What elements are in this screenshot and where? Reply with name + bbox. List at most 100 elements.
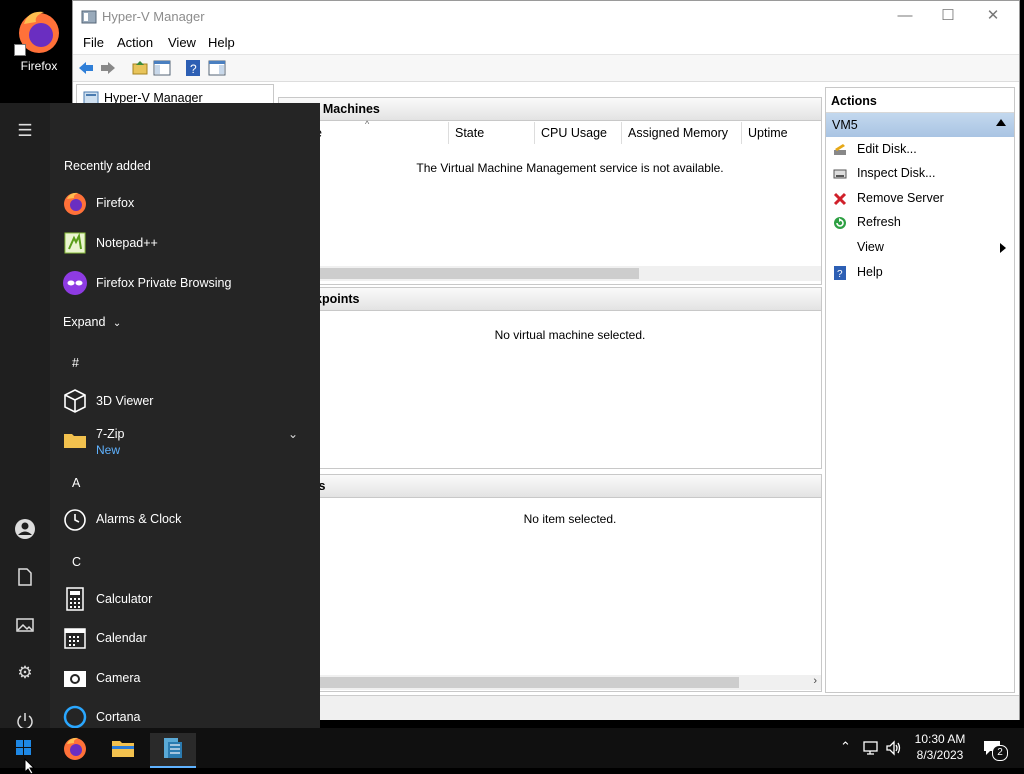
- menu-view[interactable]: View: [168, 35, 196, 50]
- pictures-icon[interactable]: [14, 614, 36, 636]
- action-inspect-disk[interactable]: Inspect Disk...: [826, 162, 1014, 186]
- column-name[interactable]: e: [309, 122, 445, 144]
- start-item-notepadpp-label: Notepad++: [96, 236, 158, 250]
- start-item-calendar[interactable]: Calendar: [62, 621, 312, 655]
- recently-added-heading: Recently added: [64, 159, 151, 173]
- action-inspect-disk-label: Inspect Disk...: [857, 166, 936, 180]
- checkpoints-header: kpoints: [279, 288, 821, 311]
- chevron-down-icon: ⌄: [112, 318, 122, 329]
- alarm-clock-icon: [64, 509, 86, 531]
- documents-icon[interactable]: [14, 566, 36, 588]
- user-account-icon[interactable]: [14, 518, 36, 540]
- details-horizontal-scrollbar[interactable]: ›: [279, 675, 821, 690]
- start-item-calendar-label: Calendar: [96, 631, 147, 645]
- desktop-firefox-shortcut[interactable]: Firefox: [8, 4, 70, 76]
- menu-help[interactable]: Help: [208, 35, 235, 50]
- vm5-section-header[interactable]: VM5: [826, 113, 1014, 137]
- shortcut-arrow-icon: [14, 44, 26, 56]
- hyperv-manager-icon: [164, 738, 182, 758]
- start-item-7zip[interactable]: 7-Zip New ⌄: [62, 423, 312, 461]
- column-assigned-memory[interactable]: Assigned Memory: [621, 122, 740, 144]
- start-item-calculator-label: Calculator: [96, 592, 153, 606]
- remove-icon: [833, 192, 847, 206]
- notepadpp-icon: [64, 232, 86, 254]
- column-cpu-usage[interactable]: CPU Usage: [534, 122, 621, 144]
- start-item-alarms-clock-label: Alarms & Clock: [96, 512, 182, 526]
- vm-horizontal-scrollbar[interactable]: [279, 266, 821, 281]
- start-item-3d-viewer-label: 3D Viewer: [96, 394, 154, 408]
- start-item-camera[interactable]: Camera: [62, 661, 312, 695]
- action-view-label: View: [857, 240, 884, 254]
- letter-header-hash[interactable]: #: [72, 356, 79, 370]
- forward-arrow-icon[interactable]: [99, 59, 117, 77]
- start-item-3d-viewer[interactable]: 3D Viewer: [62, 384, 312, 418]
- action-remove-server[interactable]: Remove Server: [826, 187, 1014, 211]
- taskbar-file-explorer[interactable]: [100, 733, 146, 768]
- column-assigned-memory-label: Assigned Memory: [628, 126, 729, 140]
- scroll-right-icon[interactable]: ›: [813, 675, 817, 687]
- start-item-calculator[interactable]: Calculator: [62, 582, 312, 616]
- action-refresh[interactable]: Refresh: [826, 211, 1014, 235]
- clock-date: 8/3/2023: [916, 748, 964, 762]
- action-remove-server-label: Remove Server: [857, 191, 944, 205]
- menu-action[interactable]: Action: [117, 35, 153, 50]
- taskbar: ⌃ 10:30 AM 8/3/2023 2: [0, 728, 1024, 774]
- back-arrow-icon[interactable]: [77, 59, 95, 77]
- action-help-label: Help: [857, 265, 883, 279]
- title-bar[interactable]: Hyper-V Manager — ☐ ✕: [73, 1, 1019, 32]
- column-state[interactable]: State: [448, 122, 535, 144]
- system-clock[interactable]: 10:30 AM 8/3/2023: [905, 731, 975, 763]
- column-cpu-usage-label: CPU Usage: [541, 126, 607, 140]
- taskbar-hyperv-manager[interactable]: [150, 733, 196, 768]
- show-hide-action-pane-icon[interactable]: [208, 59, 226, 77]
- start-item-notepadpp[interactable]: Notepad++: [62, 226, 312, 260]
- action-edit-disk-label: Edit Disk...: [857, 142, 917, 156]
- start-item-alarms-clock[interactable]: Alarms & Clock: [62, 502, 312, 536]
- firefox-private-browsing-icon: [63, 271, 87, 295]
- virtual-machines-header: al Machines: [279, 98, 821, 121]
- start-item-firefox-private[interactable]: Firefox Private Browsing: [62, 266, 312, 300]
- expand-button[interactable]: Expand ⌄: [63, 315, 121, 329]
- start-item-7zip-label: 7-Zip: [96, 427, 125, 441]
- letter-header-c[interactable]: C: [72, 555, 81, 569]
- cortana-icon: [63, 705, 87, 729]
- volume-icon[interactable]: [885, 739, 903, 757]
- window-title: Hyper-V Manager: [102, 9, 205, 24]
- new-badge: New: [96, 443, 121, 457]
- show-hidden-icons-chevron-icon[interactable]: ⌃: [840, 739, 851, 755]
- column-uptime[interactable]: Uptime: [741, 122, 822, 144]
- action-refresh-label: Refresh: [857, 215, 901, 229]
- action-help[interactable]: ? Help: [826, 261, 1014, 285]
- menu-file[interactable]: File: [83, 35, 104, 50]
- taskbar-firefox[interactable]: [52, 733, 98, 768]
- hamburger-menu-icon[interactable]: ☰: [14, 120, 36, 142]
- help-toolbar-icon[interactable]: ?: [184, 59, 202, 77]
- show-hide-console-tree-icon[interactable]: [153, 59, 171, 77]
- actions-header: Actions: [826, 88, 1014, 113]
- action-center-button[interactable]: 2: [980, 736, 1010, 761]
- scroll-thumb[interactable]: [279, 677, 739, 688]
- close-button[interactable]: ✕: [983, 7, 1003, 25]
- firefox-icon: [64, 737, 86, 760]
- checkpoints-title: kpoints: [315, 292, 360, 306]
- file-explorer-folder-icon: [112, 741, 134, 757]
- actions-pane: Actions VM5 Edit Disk... Inspect Disk...…: [825, 87, 1015, 693]
- chevron-down-icon[interactable]: ⌄: [288, 427, 298, 441]
- collapse-up-icon[interactable]: [996, 119, 1006, 126]
- windows-start-icon[interactable]: [0, 728, 46, 768]
- start-item-cortana-label: Cortana: [96, 710, 141, 724]
- up-folder-icon[interactable]: [131, 59, 149, 77]
- start-item-firefox[interactable]: Firefox: [62, 186, 312, 220]
- action-edit-disk[interactable]: Edit Disk...: [826, 138, 1014, 162]
- desktop-firefox-label: Firefox: [20, 59, 58, 73]
- letter-header-a[interactable]: A: [72, 476, 80, 490]
- settings-gear-icon[interactable]: ⚙: [14, 662, 36, 684]
- start-item-firefox-private-label: Firefox Private Browsing: [96, 276, 232, 290]
- minimize-button[interactable]: —: [895, 7, 915, 25]
- maximize-button[interactable]: ☐: [938, 7, 958, 25]
- action-view[interactable]: View: [826, 236, 1014, 260]
- refresh-icon: [834, 217, 846, 229]
- network-icon[interactable]: [862, 739, 880, 757]
- scroll-thumb[interactable]: [279, 268, 639, 279]
- menu-bar: File Action View Help: [73, 32, 1019, 53]
